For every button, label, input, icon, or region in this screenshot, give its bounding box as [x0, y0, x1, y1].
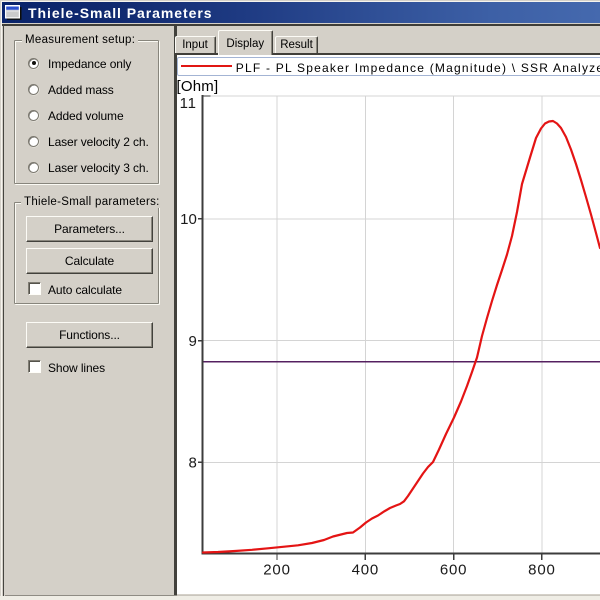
- svg-text:8: 8: [188, 455, 196, 472]
- svg-text:600: 600: [440, 562, 467, 579]
- svg-text:800: 800: [528, 562, 555, 579]
- svg-text:400: 400: [352, 562, 379, 579]
- svg-text:11: 11: [180, 95, 197, 112]
- svg-text:10: 10: [180, 211, 197, 228]
- svg-text:200: 200: [263, 562, 290, 579]
- svg-text:9: 9: [188, 333, 196, 350]
